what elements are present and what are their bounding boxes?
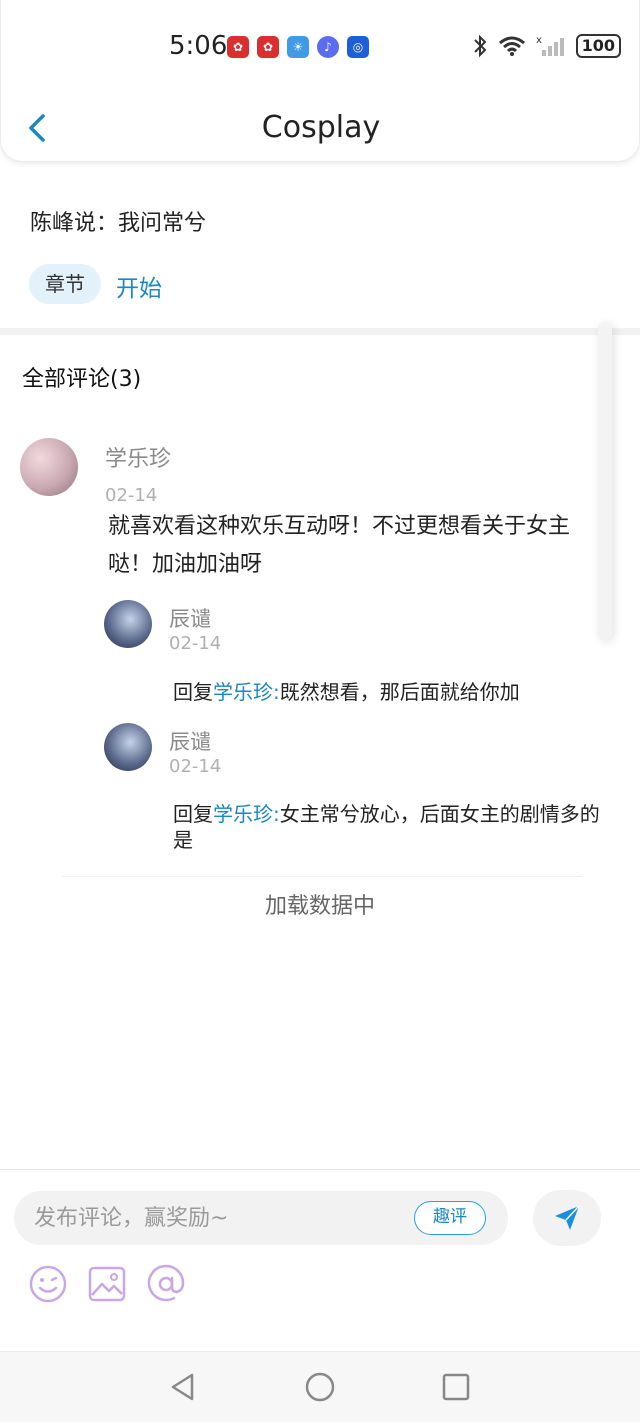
reply-date: 02-14 xyxy=(169,633,222,654)
reply-content: 回复学乐珍:女主常兮放心，后面女主的剧情多的是 xyxy=(173,801,613,853)
emoji-button[interactable] xyxy=(28,1264,68,1304)
wifi-icon xyxy=(498,36,525,56)
status-right: x 100 xyxy=(472,34,621,58)
comment-content: 就喜欢看这种欢乐互动呀！不过更想看关于女主哒！加油加油呀 xyxy=(108,514,571,577)
reply-author[interactable]: 辰谴 xyxy=(169,603,211,633)
scrollbar[interactable] xyxy=(598,322,612,640)
comments-title: 全部评论(3) xyxy=(22,367,142,392)
comment-input[interactable] xyxy=(34,1203,394,1233)
chapter-title: 陈峰说：我问常兮 xyxy=(30,211,207,236)
image-button[interactable] xyxy=(87,1264,127,1304)
weather-icon: ☀ xyxy=(287,36,309,58)
system-nav-bar xyxy=(0,1351,640,1422)
reply-text: 既然想看，那后面就给你加 xyxy=(279,680,520,704)
reply-prefix: 回复 xyxy=(173,802,213,826)
section-divider xyxy=(0,328,640,335)
comment-input-box: 趣评 xyxy=(14,1191,508,1245)
reply-prefix: 回复 xyxy=(173,680,213,704)
status-bar: 5:06 ✿ ✿ ☀ ♪ ◎ x 100 xyxy=(1,0,640,96)
triangle-back-icon xyxy=(171,1373,194,1401)
reply-author[interactable]: 辰谴 xyxy=(169,726,211,756)
avatar[interactable] xyxy=(104,723,152,771)
bluetooth-icon xyxy=(473,34,487,58)
loading-text: 加载数据中 xyxy=(264,894,375,919)
music-icon: ♪ xyxy=(317,36,339,58)
mention-button[interactable] xyxy=(146,1264,186,1304)
reply-target-link[interactable]: 学乐珍: xyxy=(213,802,280,826)
image-icon xyxy=(88,1266,126,1302)
chapter-badge: 章节 xyxy=(29,264,101,304)
svg-text:x: x xyxy=(536,35,542,46)
chapter-start-link[interactable]: 开始 xyxy=(116,269,162,303)
avatar[interactable] xyxy=(104,600,152,648)
system-recents-button[interactable] xyxy=(439,1370,473,1404)
header: 5:06 ✿ ✿ ☀ ♪ ◎ x 100 Cosplay xyxy=(0,0,640,162)
avatar[interactable] xyxy=(20,438,78,496)
quping-button[interactable]: 趣评 xyxy=(414,1201,486,1235)
square-recents-icon xyxy=(442,1373,470,1401)
send-icon xyxy=(555,1205,580,1230)
comment-page: 5:06 ✿ ✿ ☀ ♪ ◎ x 100 Cosplay 陈峰说：我问常兮 章节… xyxy=(0,0,640,1422)
notification-icons: ✿ ✿ ☀ ♪ ◎ xyxy=(227,36,369,58)
circle-home-icon xyxy=(305,1372,335,1402)
emoji-icon xyxy=(29,1265,67,1303)
huawei-app-icon: ✿ xyxy=(227,36,249,58)
nav-bar: Cosplay xyxy=(1,100,640,160)
bulb-icon: ◎ xyxy=(347,36,369,58)
status-time: 5:06 xyxy=(169,31,228,61)
list-divider xyxy=(62,876,582,877)
comment-composer: 趣评 xyxy=(0,1169,640,1351)
comment-author[interactable]: 学乐珍 xyxy=(105,441,171,473)
mention-icon xyxy=(147,1264,185,1302)
system-back-button[interactable] xyxy=(166,1370,200,1404)
send-button[interactable] xyxy=(533,1190,601,1246)
signal-icon: x xyxy=(536,35,564,56)
battery-indicator: 100 xyxy=(575,34,621,58)
reply-content: 回复学乐珍:既然想看，那后面就给你加 xyxy=(173,679,613,705)
reply-target-link[interactable]: 学乐珍: xyxy=(213,680,280,704)
comment-date: 02-14 xyxy=(105,485,158,506)
page-title: Cosplay xyxy=(261,110,381,145)
reply-date: 02-14 xyxy=(169,756,222,777)
huawei-app-icon: ✿ xyxy=(257,36,279,58)
system-home-button[interactable] xyxy=(303,1370,337,1404)
